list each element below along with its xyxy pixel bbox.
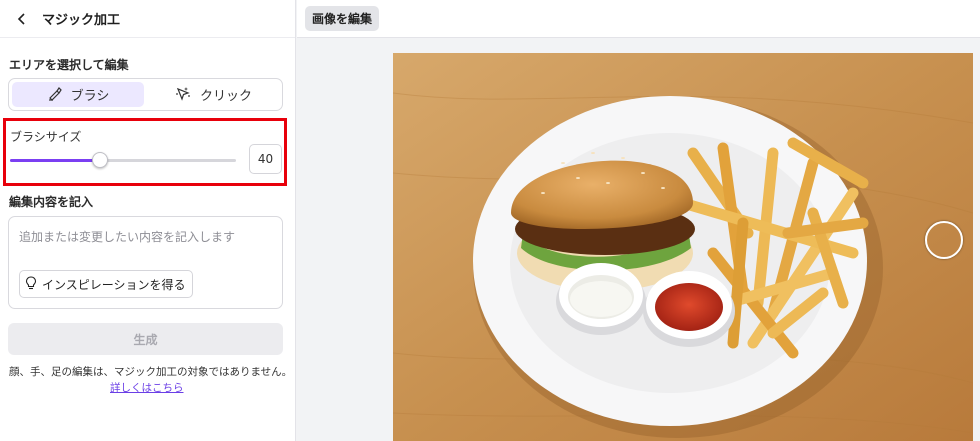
inspiration-label: インスピレーションを得る (42, 277, 186, 292)
generate-button[interactable]: 生成 (8, 323, 283, 355)
brush-size-input[interactable]: 40 (249, 144, 282, 174)
brush-icon (47, 85, 63, 105)
prompt-textarea[interactable]: 追加または変更したい内容を記入します インスピレーションを得る (8, 216, 283, 309)
prompt-placeholder: 追加または変更したい内容を記入します (19, 230, 236, 244)
panel-title: マジック加工 (42, 13, 121, 28)
brush-size-control: ブラシサイズ 40 (3, 118, 287, 186)
click-mode-label: クリック (199, 89, 252, 104)
food-photo (393, 53, 973, 441)
brush-mode-button[interactable]: ブラシ (12, 82, 144, 107)
brush-size-label: ブラシサイズ (10, 130, 82, 144)
mode-toggle: ブラシ クリック (8, 78, 283, 111)
lightbulb-icon (25, 275, 37, 293)
edit-image-tab[interactable]: 画像を編集 (305, 6, 380, 31)
restriction-notice: 顔、手、足の編集は、マジック加工の対象ではありません。 (9, 366, 293, 378)
area-section-label: エリアを選択して編集 (9, 58, 129, 72)
slider-thumb[interactable] (92, 152, 109, 168)
panel-header: マジック加工 (0, 0, 295, 38)
magic-click-icon (174, 85, 192, 105)
prompt-section-label: 編集内容を記入 (9, 195, 94, 209)
image-canvas[interactable] (393, 53, 973, 441)
click-mode-button[interactable]: クリック (147, 82, 279, 107)
chevron-left-icon[interactable] (14, 11, 30, 27)
brush-mode-label: ブラシ (70, 89, 110, 104)
learn-more-link[interactable]: 詳しくはこちら (110, 380, 184, 395)
slider-fill (10, 159, 101, 162)
brush-cursor (925, 221, 963, 259)
editor-topbar: 画像を編集 (297, 0, 980, 38)
brush-size-slider[interactable] (10, 152, 236, 168)
magic-edit-panel: マジック加工 エリアを選択して編集 ブラシ クリック ブラシサイズ 40 編集内… (0, 0, 296, 441)
inspiration-button[interactable]: インスピレーションを得る (19, 270, 193, 298)
